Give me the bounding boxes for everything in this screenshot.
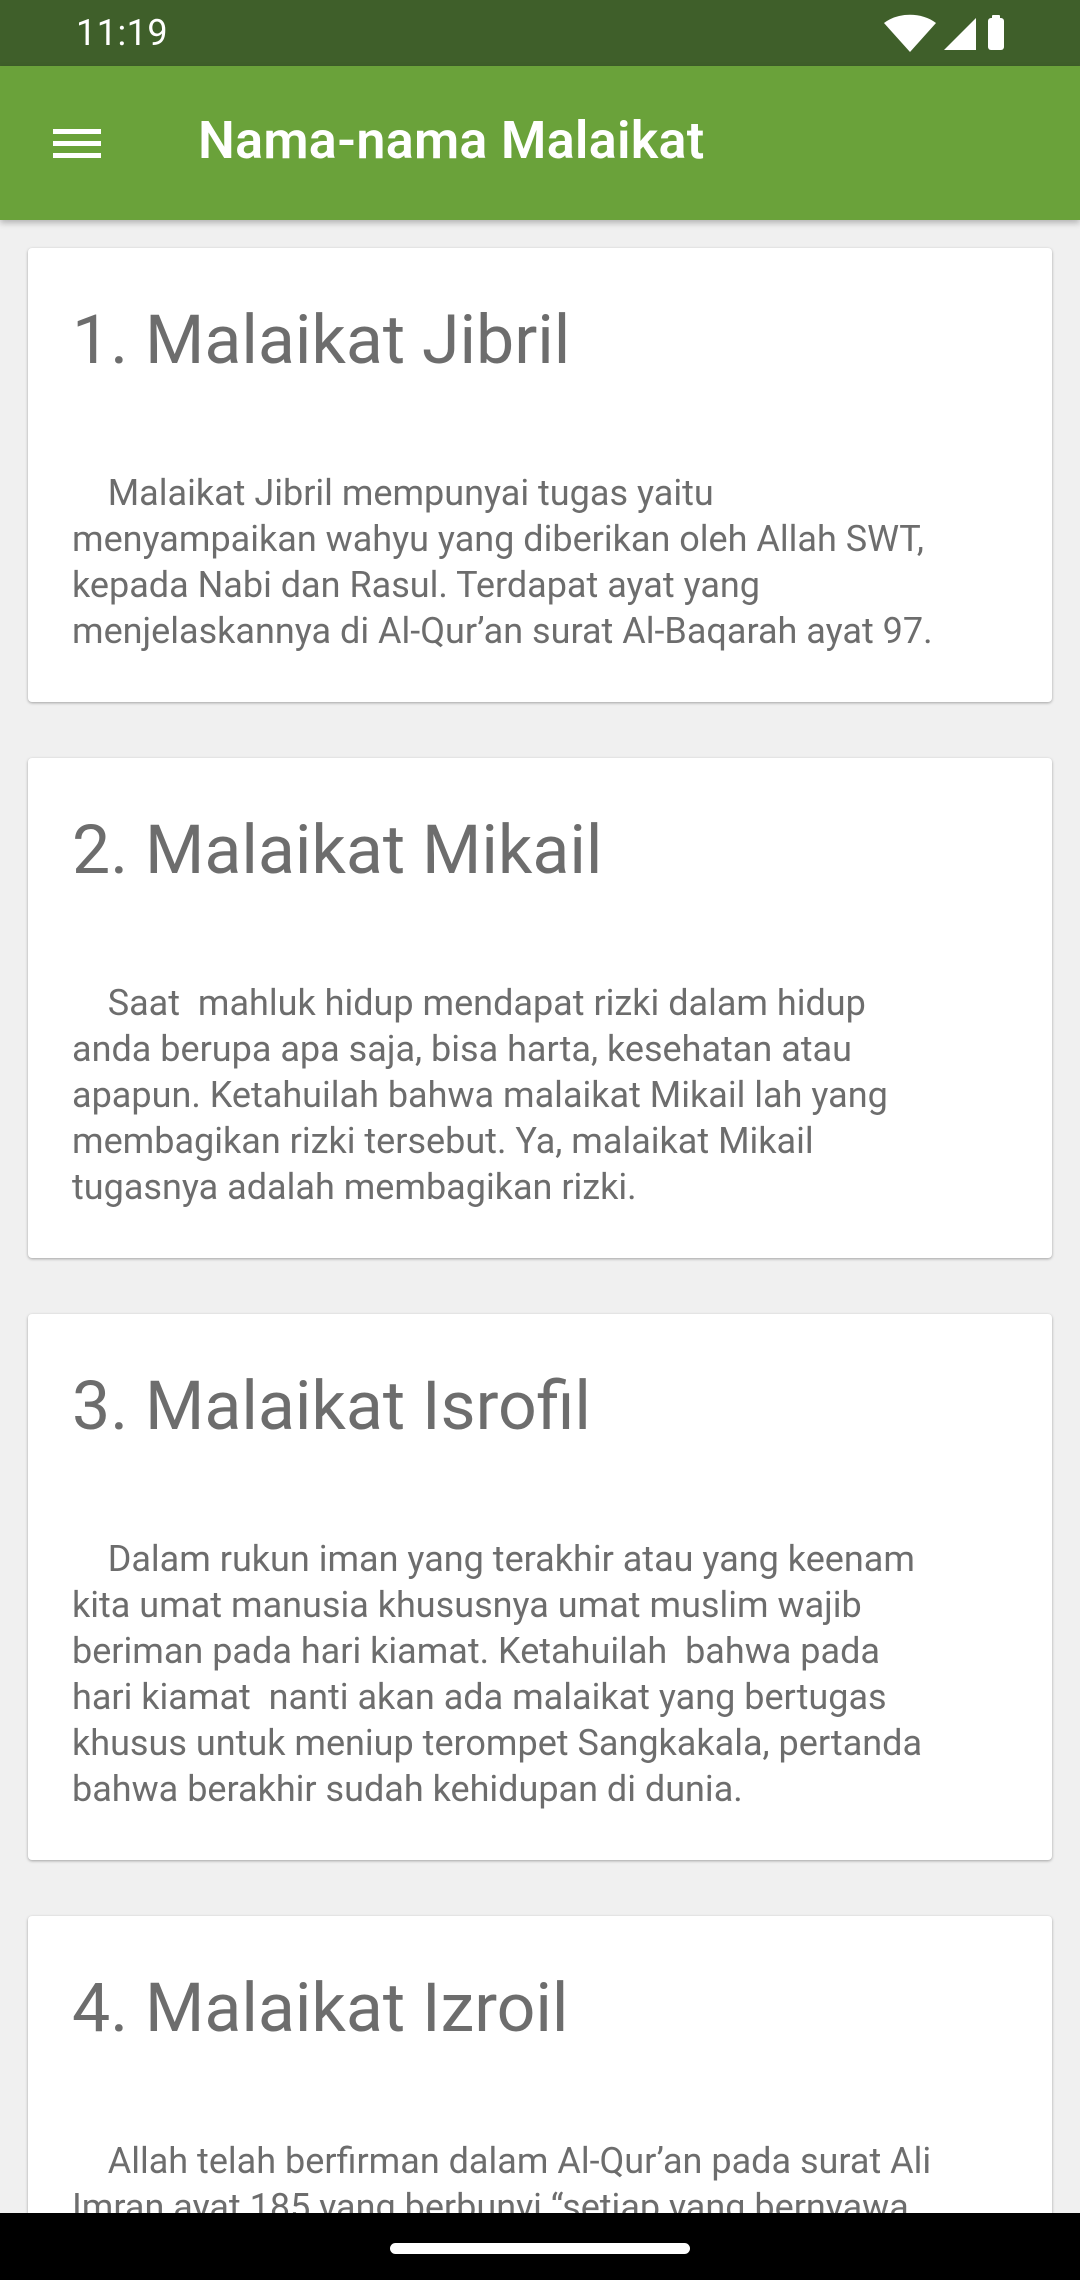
card-malaikat-jibril[interactable]: 1. Malaikat Jibril Malaikat Jibril mempu… <box>28 248 1052 702</box>
status-icons <box>882 14 1006 54</box>
status-time: 11:19 <box>76 12 169 54</box>
battery-tip <box>992 15 1000 19</box>
card-body: Allah telah berfirman dalam Al-Qur’an pa… <box>72 2140 932 2213</box>
status-icons-svg <box>884 14 1004 52</box>
signal-icon <box>944 18 976 50</box>
menu-button[interactable] <box>30 100 124 186</box>
card-title: 4. Malaikat Izroil <box>72 1968 569 2048</box>
app-title: Nama-nama Malaikat <box>198 110 705 171</box>
battery-icon <box>988 18 1004 50</box>
card-malaikat-isrofil[interactable]: 3. Malaikat Isrofil Dalam rukun iman yan… <box>28 1314 1052 1860</box>
wifi-icon <box>884 14 936 52</box>
card-body: Saat mahluk hidup mendapat rizki dalam h… <box>72 982 888 1208</box>
app-screen: 11:19 Nama-nama Malaikat 1. Malaikat Jib… <box>0 0 1080 2280</box>
hamburger-menu-icon <box>53 129 101 158</box>
navigation-bar <box>0 2213 1080 2280</box>
card-title: 1. Malaikat Jibril <box>72 300 571 380</box>
card-body: Dalam rukun iman yang terakhir atau yang… <box>72 1538 923 1810</box>
card-malaikat-mikail[interactable]: 2. Malaikat Mikail Saat mahluk hidup men… <box>28 758 1052 1258</box>
app-bar: Nama-nama Malaikat <box>0 66 1080 220</box>
card-malaikat-izroil[interactable]: 4. Malaikat Izroil Allah telah berfirman… <box>28 1916 1052 2213</box>
card-title: 3. Malaikat Isrofil <box>72 1366 591 1446</box>
card-title: 2. Malaikat Mikail <box>72 810 603 890</box>
content-scroll-area[interactable]: 1. Malaikat Jibril Malaikat Jibril mempu… <box>0 220 1080 2213</box>
home-gesture-handle[interactable] <box>390 2243 690 2254</box>
card-body: Malaikat Jibril mempunyai tugas yaitu me… <box>72 472 933 652</box>
status-bar: 11:19 <box>0 0 1080 66</box>
